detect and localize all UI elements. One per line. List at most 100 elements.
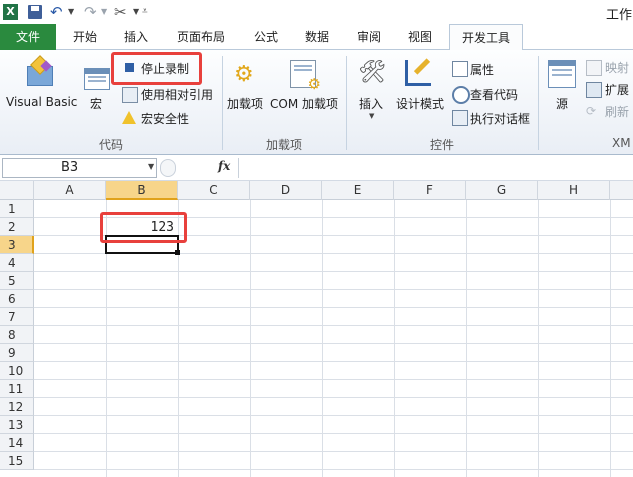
row-header[interactable]: 6 xyxy=(0,290,34,308)
design-mode-icon xyxy=(405,58,433,86)
com-add-ins-button[interactable]: ⚙ COM 加载项 xyxy=(268,54,342,114)
grid-line xyxy=(538,200,539,477)
grid-line xyxy=(250,200,251,477)
macro-security-button[interactable]: 宏安全性 xyxy=(120,108,220,128)
properties-button[interactable]: 属性 xyxy=(450,59,530,79)
tab-page-layout[interactable]: 页面布局 xyxy=(170,24,232,50)
grid-line xyxy=(610,200,611,477)
column-header-c[interactable]: C xyxy=(178,181,250,200)
column-header-d[interactable]: D xyxy=(250,181,322,200)
customize-qat-icon[interactable]: ⩡ xyxy=(142,4,152,20)
relative-reference-icon xyxy=(122,87,138,103)
expansion-packs-button[interactable]: 扩展 xyxy=(586,80,633,98)
xml-source-button[interactable]: 源 xyxy=(544,54,580,114)
visual-basic-button[interactable]: Visual Basic xyxy=(4,54,78,114)
view-code-button[interactable]: 查看代码 xyxy=(450,84,534,104)
row-header[interactable]: 5 xyxy=(0,272,34,290)
group-label-xml: XM xyxy=(612,136,631,150)
grid-line xyxy=(466,200,467,477)
com-add-ins-icon: ⚙ xyxy=(290,60,321,93)
design-mode-label: 设计模式 xyxy=(396,97,445,111)
com-add-ins-label: COM 加载项 xyxy=(270,97,338,111)
tab-file[interactable]: 文件 xyxy=(0,24,56,50)
name-box-dropdown-icon[interactable]: ▼ xyxy=(148,162,154,171)
column-header-a[interactable]: A xyxy=(34,181,106,200)
grid-line xyxy=(394,200,395,477)
grid-line xyxy=(34,433,633,434)
grid-line xyxy=(322,200,323,477)
visual-basic-label: Visual Basic xyxy=(6,95,78,109)
highlight-stop-recording xyxy=(111,52,202,85)
row-header[interactable]: 1 xyxy=(0,200,34,218)
window-title: 工作 xyxy=(606,8,633,23)
macros-button[interactable]: 宏 xyxy=(80,54,112,114)
refresh-icon: ⟳ xyxy=(586,104,597,118)
grid-line xyxy=(34,325,633,326)
view-code-label: 查看代码 xyxy=(470,88,519,102)
insert-function-icon[interactable]: fx xyxy=(218,159,234,177)
row-header[interactable]: 7 xyxy=(0,308,34,326)
group-label-code: 代码 xyxy=(98,138,123,152)
column-header-i[interactable] xyxy=(610,181,633,200)
tab-review[interactable]: 审阅 xyxy=(347,24,391,50)
formula-input[interactable] xyxy=(238,158,633,178)
add-ins-button[interactable]: ⚙ 加载项 xyxy=(226,54,266,114)
save-icon[interactable] xyxy=(28,5,42,19)
select-all-corner[interactable] xyxy=(0,181,34,200)
row-header[interactable]: 13 xyxy=(0,416,34,434)
group-label-controls: 控件 xyxy=(429,138,454,152)
macro-security-label: 宏安全性 xyxy=(141,112,190,126)
row-header[interactable]: 11 xyxy=(0,380,34,398)
group-separator xyxy=(538,56,539,150)
grid-line xyxy=(34,271,633,272)
undo-dropdown-icon[interactable]: ▼ xyxy=(68,4,76,20)
group-label-addins: 加载项 xyxy=(265,138,302,152)
refresh-data-button[interactable]: ⟳ 刷新 xyxy=(586,102,633,120)
insert-dropdown-icon: ▼ xyxy=(369,112,375,120)
redo-dropdown-icon[interactable]: ▼ xyxy=(101,4,109,20)
tab-data[interactable]: 数据 xyxy=(295,24,339,50)
row-header[interactable]: 15 xyxy=(0,452,34,470)
ribbon-panel: Visual Basic 宏 停止录制 使用相对引用 宏安全性 代码 ⚙ 加载项… xyxy=(0,50,633,155)
tab-formulas[interactable]: 公式 xyxy=(244,24,288,50)
undo-icon[interactable]: ↶ xyxy=(50,4,66,20)
xml-source-label: 源 xyxy=(556,97,569,111)
row-header[interactable]: 2 xyxy=(0,218,34,236)
row-header[interactable]: 8 xyxy=(0,326,34,344)
name-box[interactable]: B3 ▼ xyxy=(2,158,157,178)
properties-label: 属性 xyxy=(470,63,495,77)
grid-line xyxy=(34,379,633,380)
use-relative-references-button[interactable]: 使用相对引用 xyxy=(120,84,220,104)
tab-home[interactable]: 开始 xyxy=(63,24,107,50)
tools-icon[interactable]: ✂ xyxy=(114,4,132,20)
tab-insert[interactable]: 插入 xyxy=(114,24,158,50)
fill-handle[interactable] xyxy=(175,250,180,255)
tab-developer[interactable]: 开发工具 xyxy=(449,24,523,52)
tab-view[interactable]: 视图 xyxy=(398,24,442,50)
column-header-e[interactable]: E xyxy=(322,181,394,200)
column-header-b[interactable]: B xyxy=(106,181,178,200)
column-header-h[interactable]: H xyxy=(538,181,610,200)
column-headers: A B C D E F G H xyxy=(0,181,633,200)
name-box-value: B3 xyxy=(61,160,79,175)
row-header[interactable]: 10 xyxy=(0,362,34,380)
macros-label: 宏 xyxy=(90,97,103,111)
row-header[interactable]: 14 xyxy=(0,434,34,452)
design-mode-button[interactable]: 设计模式 xyxy=(394,54,446,114)
formula-bar-splitter[interactable] xyxy=(160,159,176,177)
grid-line xyxy=(34,469,633,470)
column-header-f[interactable]: F xyxy=(394,181,466,200)
column-header-g[interactable]: G xyxy=(466,181,538,200)
row-header[interactable]: 4 xyxy=(0,254,34,272)
row-header[interactable]: 12 xyxy=(0,398,34,416)
row-header[interactable]: 9 xyxy=(0,344,34,362)
tools-dropdown-icon[interactable]: ▼ xyxy=(133,4,141,20)
add-ins-label: 加载项 xyxy=(227,97,264,111)
grid-line xyxy=(34,451,633,452)
map-properties-button[interactable]: 映射 xyxy=(586,58,633,76)
redo-icon[interactable]: ↷ xyxy=(84,4,100,20)
grid-line xyxy=(34,343,633,344)
row-header-selected[interactable]: 3 xyxy=(0,236,34,254)
run-dialog-button[interactable]: 执行对话框 xyxy=(450,108,534,128)
insert-control-button[interactable]: 🛠 插入 ▼ xyxy=(352,54,392,124)
